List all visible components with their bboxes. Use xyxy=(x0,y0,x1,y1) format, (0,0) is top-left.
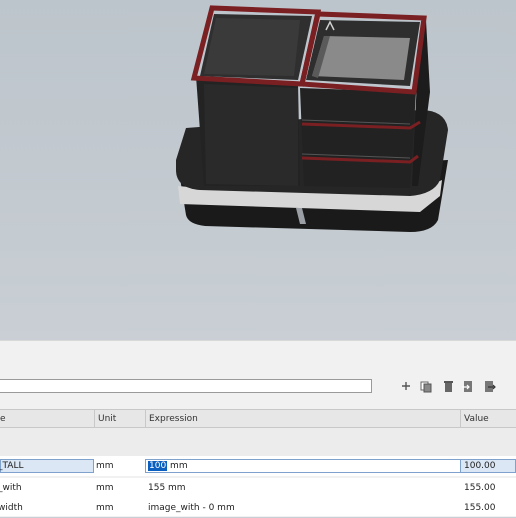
column-unit[interactable]: Unit xyxy=(95,410,145,428)
column-expression[interactable]: Expression xyxy=(146,410,460,428)
table-row[interactable]: width mm image_with - 0 mm 155.00 xyxy=(0,498,516,516)
right-box-front xyxy=(300,88,416,188)
left-box-front xyxy=(204,84,298,186)
3d-viewport[interactable] xyxy=(0,0,516,340)
param-name: _with xyxy=(0,483,22,493)
param-name: _TALL xyxy=(0,461,24,471)
param-name: width xyxy=(0,503,23,513)
table-group-row xyxy=(0,428,516,456)
param-unit: mm xyxy=(96,461,114,471)
param-value: 155.00 xyxy=(464,503,496,513)
table-row[interactable]: _with mm 155 mm 155.00 xyxy=(0,478,516,498)
param-value: 155.00 xyxy=(464,483,496,493)
param-expression[interactable]: 155 mm xyxy=(148,478,186,498)
param-unit: mm xyxy=(96,483,114,493)
expression-text[interactable]: 100 mm xyxy=(148,456,188,476)
plus-icon[interactable] xyxy=(400,379,412,393)
delete-icon[interactable] xyxy=(442,379,454,393)
export-icon[interactable] xyxy=(484,379,496,393)
param-value: 100.00 xyxy=(464,461,496,471)
expression-input[interactable] xyxy=(145,459,461,473)
expression-selection: 100 xyxy=(148,461,168,471)
column-name[interactable]: e xyxy=(0,410,94,428)
expression-suffix: mm xyxy=(167,461,188,471)
filter-input[interactable] xyxy=(0,379,372,393)
table-header: e Unit Expression Value xyxy=(0,409,516,428)
copy-icon[interactable] xyxy=(420,379,432,393)
param-expression[interactable]: image_with - 0 mm xyxy=(148,498,235,518)
model-view xyxy=(176,5,448,232)
import-icon[interactable] xyxy=(462,379,474,393)
param-unit: mm xyxy=(96,503,114,513)
table-row[interactable]: _TALL mm 100 mm 100.00 xyxy=(0,456,516,476)
column-value[interactable]: Value xyxy=(461,410,516,428)
